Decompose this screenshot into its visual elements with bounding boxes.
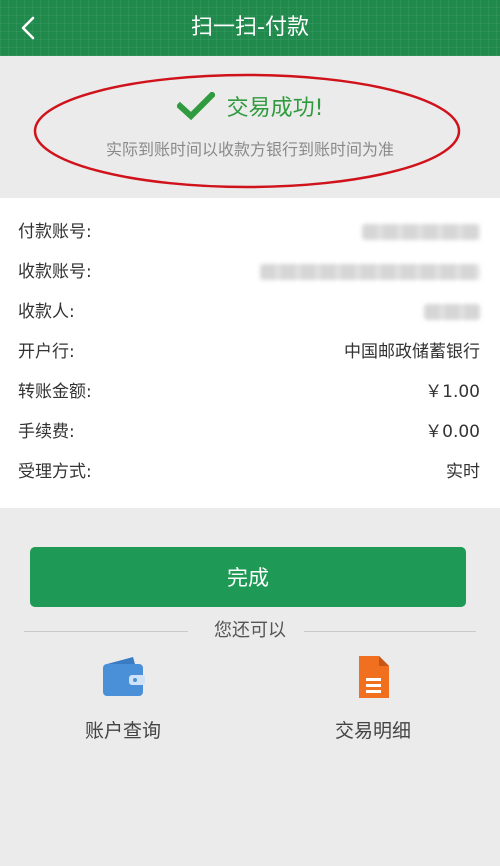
detail-value: ￥1.00 — [425, 382, 480, 402]
more-options-label: 您还可以 — [214, 620, 286, 641]
detail-label: 收款账号: — [18, 262, 92, 282]
success-note: 实际到账时间以收款方银行到账时间为准 — [105, 140, 394, 159]
detail-row-bank: 开户行: 中国邮政储蓄银行 — [0, 332, 500, 372]
account-query-label: 账户查询 — [84, 720, 161, 742]
detail-label: 开户行: — [18, 342, 75, 362]
page-title: 扫一扫-付款 — [191, 15, 309, 40]
detail-row-method: 受理方式: 实时 — [0, 452, 500, 492]
success-title: 交易成功! — [226, 96, 324, 121]
detail-value: 中国邮政储蓄银行 — [344, 342, 480, 362]
more-options-divider: 您还可以 — [24, 618, 476, 644]
detail-value: ￥0.00 — [425, 422, 480, 442]
masked-value — [424, 304, 480, 320]
success-banner: 交易成功! 实际到账时间以收款方银行到账时间为准 — [0, 56, 500, 198]
detail-row-fee: 手续费: ￥0.00 — [0, 412, 500, 452]
detail-row-amount: 转账金额: ￥1.00 — [0, 372, 500, 412]
success-title-row: 交易成功! — [0, 88, 500, 124]
transaction-history-label: 交易明细 — [334, 720, 411, 742]
masked-value — [362, 224, 480, 240]
top-bar: 扫一扫-付款 — [0, 0, 500, 56]
detail-row-payee-name: 收款人: — [0, 292, 500, 332]
detail-value: 实时 — [446, 462, 480, 482]
transaction-details: 付款账号: 收款账号: 收款人: 开户行: 中国邮政储蓄银行 转账金额: ￥1.… — [0, 198, 500, 508]
detail-label: 受理方式: — [18, 462, 92, 482]
detail-label: 手续费: — [18, 422, 75, 442]
done-button[interactable]: 完成 — [30, 547, 466, 607]
transaction-history-button[interactable]: 交易明细 — [293, 654, 453, 754]
detail-label: 付款账号: — [18, 222, 92, 242]
wallet-icon — [103, 657, 145, 696]
masked-value — [260, 264, 480, 280]
checkmark-icon — [176, 92, 215, 120]
document-icon — [359, 656, 389, 698]
detail-row-payee-account: 收款账号: — [0, 252, 500, 292]
detail-label: 收款人: — [18, 302, 75, 322]
detail-label: 转账金额: — [18, 382, 92, 402]
account-query-button[interactable]: 账户查询 — [43, 654, 203, 754]
detail-row-payer-account: 付款账号: — [0, 212, 500, 252]
